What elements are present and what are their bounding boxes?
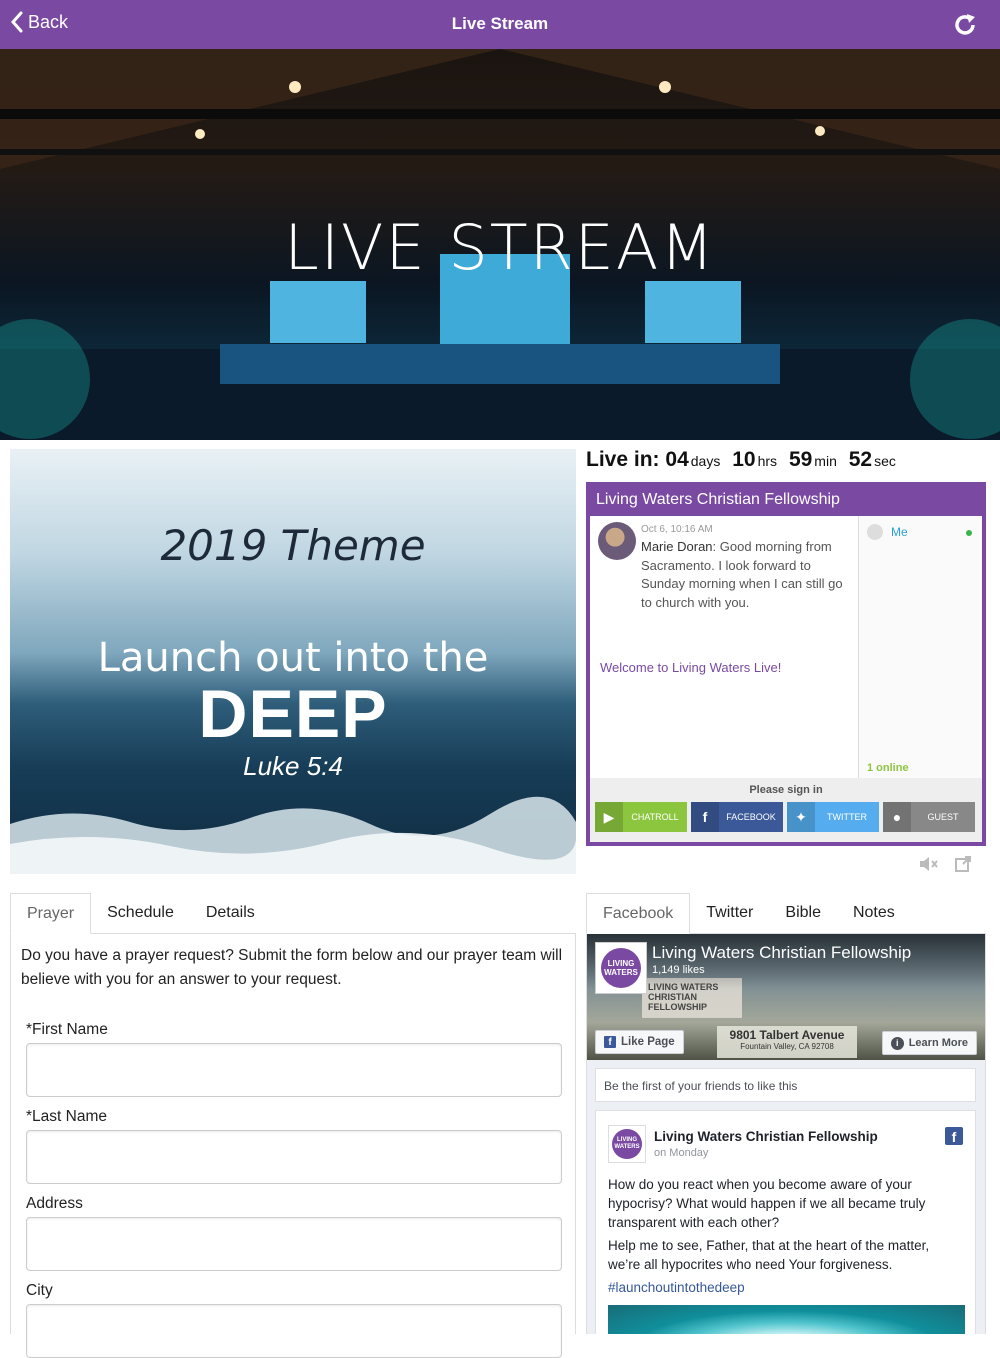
first-name-field[interactable] — [26, 1043, 562, 1097]
post-paragraph-1: How do you react when you become aware o… — [608, 1177, 926, 1230]
chat-title: Living Waters Christian Fellowship — [586, 482, 986, 516]
hero-title: LIVE STREAM — [284, 211, 716, 284]
message-text: Marie Doran: Good morning from Sacrament… — [641, 538, 851, 612]
tab-details[interactable]: Details — [190, 893, 271, 933]
refresh-icon[interactable] — [952, 12, 978, 38]
countdown-seconds: 52 — [848, 448, 873, 471]
church-logo: LIVING WATERS — [601, 948, 641, 988]
post-body: How do you react when you become aware o… — [608, 1175, 948, 1301]
post-paragraph-2: Help me to see, Father, that at the hear… — [608, 1238, 930, 1272]
online-users-list: Me 1 online — [858, 516, 982, 778]
tab-facebook[interactable]: Facebook — [586, 893, 691, 934]
info-icon: i — [890, 1036, 904, 1050]
like-page-button[interactable]: f Like Page — [595, 1030, 684, 1054]
countdown-label: Live in: — [586, 448, 660, 471]
prayer-form: Do you have a prayer request? Submit the… — [10, 934, 576, 1358]
theme-line-4: Luke 5:4 — [243, 751, 343, 781]
theme-line-3: DEEP — [198, 676, 388, 752]
top-navigation-bar: Back Live Stream — [0, 0, 1000, 49]
facebook-page-name[interactable]: Living Waters Christian Fellowship — [652, 943, 911, 963]
right-tab-bar: Facebook Twitter Bible Notes — [586, 893, 986, 934]
message-time: Oct 6, 10:16 AM — [641, 524, 713, 535]
learn-more-label: Learn More — [908, 1037, 968, 1049]
post-avatar[interactable]: LIVING WATERS — [608, 1125, 646, 1163]
address-field[interactable] — [26, 1217, 562, 1271]
countdown-hours: 10 — [732, 448, 756, 471]
page-logo[interactable]: LIVING WATERS — [595, 942, 647, 994]
first-name-label: *First Name — [26, 1021, 108, 1038]
facebook-icon: f — [691, 802, 719, 832]
avatar[interactable] — [598, 522, 636, 560]
twitter-bird-icon: ✦ — [787, 802, 815, 832]
online-status-dot — [966, 530, 972, 536]
learn-more-button[interactable]: i Learn More — [881, 1031, 977, 1055]
tab-twitter[interactable]: Twitter — [690, 893, 769, 933]
user-me[interactable]: Me — [891, 525, 908, 539]
chatroll-label: CHATROLL — [631, 812, 679, 822]
mute-icon[interactable] — [918, 855, 940, 873]
welcome-message: Welcome to Living Waters Live! — [600, 660, 782, 675]
countdown: Live in: 04 days 10 hrs 59 min 52 sec — [586, 448, 896, 472]
user-icon — [867, 524, 883, 540]
facebook-likes-count: 1,149 likes — [652, 964, 705, 976]
post-hashtag[interactable]: #launchoutintothedeep — [608, 1278, 948, 1297]
post-logo: LIVING WATERS — [612, 1129, 642, 1159]
chat-messages[interactable]: Oct 6, 10:16 AM Marie Doran: Good mornin… — [590, 516, 856, 778]
facebook-post: LIVING WATERS Living Waters Christian Fe… — [595, 1110, 976, 1334]
like-page-label: Like Page — [621, 1036, 675, 1048]
city-label: City — [26, 1282, 53, 1299]
twitter-label: TWITTER — [827, 812, 867, 822]
last-name-label: *Last Name — [26, 1108, 107, 1125]
tab-bible[interactable]: Bible — [769, 893, 837, 933]
ocean-foam-graphic — [10, 796, 576, 874]
post-image[interactable] — [608, 1305, 965, 1334]
countdown-seconds-unit: sec — [874, 453, 896, 469]
address-sign: 9801 Talbert Avenue Fountain Valley, CA … — [717, 1026, 857, 1058]
tab-notes[interactable]: Notes — [837, 893, 911, 933]
city-field[interactable] — [26, 1304, 562, 1358]
countdown-minutes-unit: min — [814, 453, 837, 469]
chatroll-icon: ▶ — [595, 802, 623, 832]
tab-prayer[interactable]: Prayer — [10, 893, 92, 934]
last-name-field[interactable] — [26, 1130, 562, 1184]
guest-label: GUEST — [927, 812, 959, 822]
address-line-2: Fountain Valley, CA 92708 — [740, 1042, 834, 1051]
left-tab-bar: Prayer Schedule Details — [10, 893, 576, 934]
theme-line-1: 2019 Theme — [160, 521, 426, 570]
hero-banner: LIVE STREAM — [0, 49, 1000, 440]
prayer-intro: Do you have a prayer request? Submit the… — [21, 947, 563, 988]
post-author[interactable]: Living Waters Christian Fellowship — [654, 1129, 878, 1144]
chatroll-signin-button[interactable]: ▶ CHATROLL — [595, 802, 687, 832]
page-title: Live Stream — [451, 14, 549, 33]
sign-in-prompt: Please sign in — [749, 784, 823, 796]
countdown-hours-unit: hrs — [757, 453, 778, 469]
theme-image: 2019 Theme Launch out into the DEEP Luke… — [10, 449, 576, 874]
chat-tools — [918, 855, 972, 873]
countdown-minutes: 59 — [788, 448, 813, 471]
friends-like-text: Be the first of your friends to like thi… — [595, 1068, 976, 1102]
facebook-page-plugin: LIVING WATERS CHRISTIAN FELLOWSHIP LIVIN… — [586, 934, 986, 1334]
facebook-icon: f — [604, 1036, 616, 1048]
post-date[interactable]: on Monday — [654, 1147, 708, 1159]
sign-in-bar: Please sign in ▶ CHATROLL f FACEBOOK ✦ TWIT… — [590, 778, 982, 842]
address-label: Address — [26, 1195, 83, 1212]
tab-schedule[interactable]: Schedule — [91, 893, 190, 933]
facebook-icon[interactable]: f — [945, 1127, 963, 1145]
message-author[interactable]: Marie Doran — [641, 539, 713, 554]
chat-widget: Living Waters Christian Fellowship Oct 6… — [586, 482, 986, 846]
facebook-label: FACEBOOK — [726, 812, 776, 822]
twitter-signin-button[interactable]: ✦ TWITTER — [787, 802, 879, 832]
facebook-cover-photo[interactable]: LIVING WATERS CHRISTIAN FELLOWSHIP LIVIN… — [587, 934, 985, 1060]
countdown-days: 04 — [665, 448, 689, 471]
popout-icon[interactable] — [954, 855, 972, 873]
facebook-signin-button[interactable]: f FACEBOOK — [691, 802, 783, 832]
person-icon: ● — [883, 802, 911, 832]
guest-signin-button[interactable]: ● GUEST — [883, 802, 975, 832]
online-count: 1 online — [867, 762, 909, 774]
address-line-1: 9801 Talbert Avenue — [729, 1028, 845, 1042]
countdown-days-unit: days — [690, 453, 721, 469]
